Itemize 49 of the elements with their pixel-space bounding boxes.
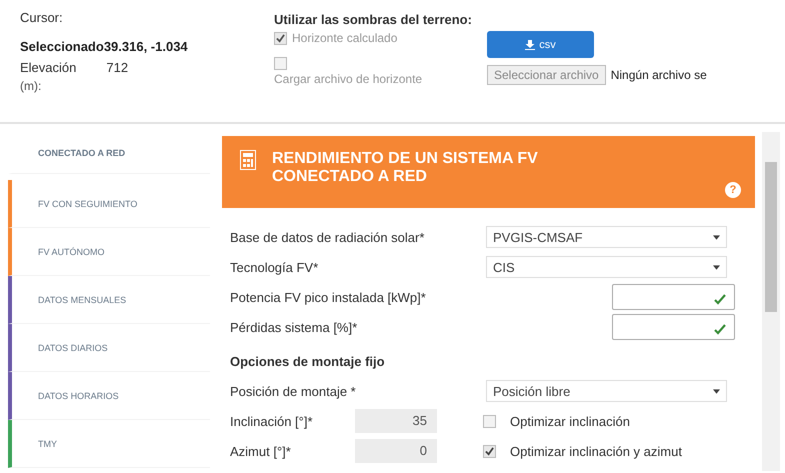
sidebar-item[interactable]: FV CON SEGUIMIENTO	[8, 180, 210, 228]
panel-title: RENDIMIENTO DE UN SISTEMA FV CONECTADO A RED	[272, 150, 539, 186]
dropdown[interactable]: PVGIS-CMSAF	[486, 226, 727, 248]
elevation-value: 712	[106, 60, 128, 75]
cursor-heading: Cursor:	[20, 10, 64, 25]
selected-coordinates: 39.316, -1.034	[104, 39, 188, 54]
field-label: Base de datos de radiación solar*	[230, 230, 426, 244]
section-heading: Opciones de montaje fijo	[230, 352, 386, 371]
input-field[interactable]: 0	[355, 439, 437, 463]
caret-icon	[713, 234, 720, 240]
field-label: Pérdidas sistema [%]*	[230, 320, 358, 334]
elevation-label: Elevación	[20, 60, 76, 75]
checkbox[interactable]	[483, 414, 496, 428]
caret-icon	[713, 388, 720, 394]
elevation-unit: (m):	[20, 79, 42, 93]
field-label: Inclinación [°]*	[230, 414, 314, 428]
horizon-heading: Utilizar las sombras del terreno:	[274, 12, 473, 27]
checkbox[interactable]	[274, 57, 287, 70]
field-label: Azimut [°]*	[230, 444, 292, 458]
sidebar-item[interactable]: FV AUTÓNOMO	[8, 228, 210, 276]
field-label: Tecnología FV*	[230, 260, 320, 274]
download-icon	[525, 40, 536, 50]
input-field[interactable]	[612, 314, 735, 340]
checkbox[interactable]	[483, 444, 496, 458]
checkbox-label: Optimizar inclinación y azimut	[510, 444, 682, 458]
sidebar-item[interactable]: TMY	[8, 420, 210, 468]
checkbox-label: Cargar archivo de horizonte	[274, 72, 422, 86]
checkbox-label: Optimizar inclinación	[510, 414, 630, 428]
field-label: Posición de montaje *	[230, 384, 357, 398]
field-label: Potencia FV pico instalada [kWp]*	[230, 290, 427, 304]
dropdown[interactable]: Posición libre	[486, 380, 727, 402]
caret-icon	[713, 264, 720, 270]
choose-file-button[interactable]: Seleccionar archivo	[487, 65, 606, 85]
sidebar-item[interactable]: DATOS HORARIOS	[8, 372, 210, 420]
selected-label: Seleccionado	[20, 39, 104, 54]
sidebar-item[interactable]: DATOS MENSUALES	[8, 276, 210, 324]
input-field[interactable]	[612, 284, 735, 310]
csv-download-button[interactable]: csv	[487, 31, 594, 58]
scrollbar[interactable]	[762, 132, 780, 471]
file-status: Ningún archivo se	[610, 68, 707, 82]
dropdown[interactable]: CIS	[486, 256, 727, 278]
sidebar-item[interactable]: DATOS DIARIOS	[8, 324, 210, 372]
checkbox-label: Horizonte calculado	[292, 31, 398, 45]
calculator-icon	[240, 150, 256, 170]
checkbox[interactable]	[274, 32, 287, 44]
help-button[interactable]: ?	[725, 182, 741, 198]
check-icon	[714, 323, 726, 335]
check-icon	[714, 293, 726, 305]
input-field[interactable]: 35	[355, 409, 437, 433]
